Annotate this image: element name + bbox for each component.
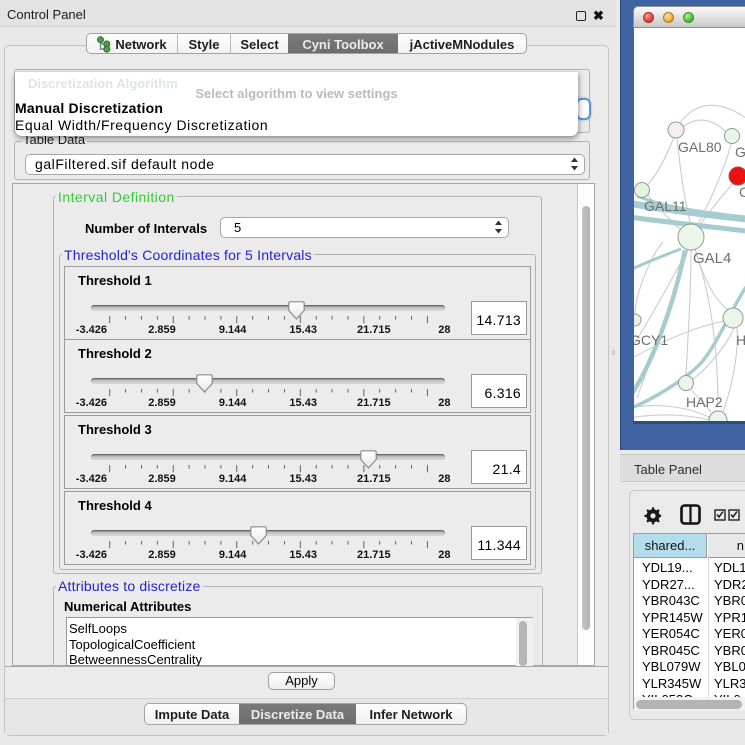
svg-text:GCY1: GCY1	[634, 332, 668, 348]
svg-text:GAL11: GAL11	[644, 198, 687, 214]
svg-text:GAL4: GAL4	[693, 250, 731, 267]
svg-text:C: C	[739, 184, 745, 200]
svg-text:H: H	[736, 332, 745, 348]
svg-text:GAL80: GAL80	[678, 139, 722, 155]
svg-text:HAP2: HAP2	[686, 394, 723, 410]
svg-text:G: G	[735, 144, 745, 160]
